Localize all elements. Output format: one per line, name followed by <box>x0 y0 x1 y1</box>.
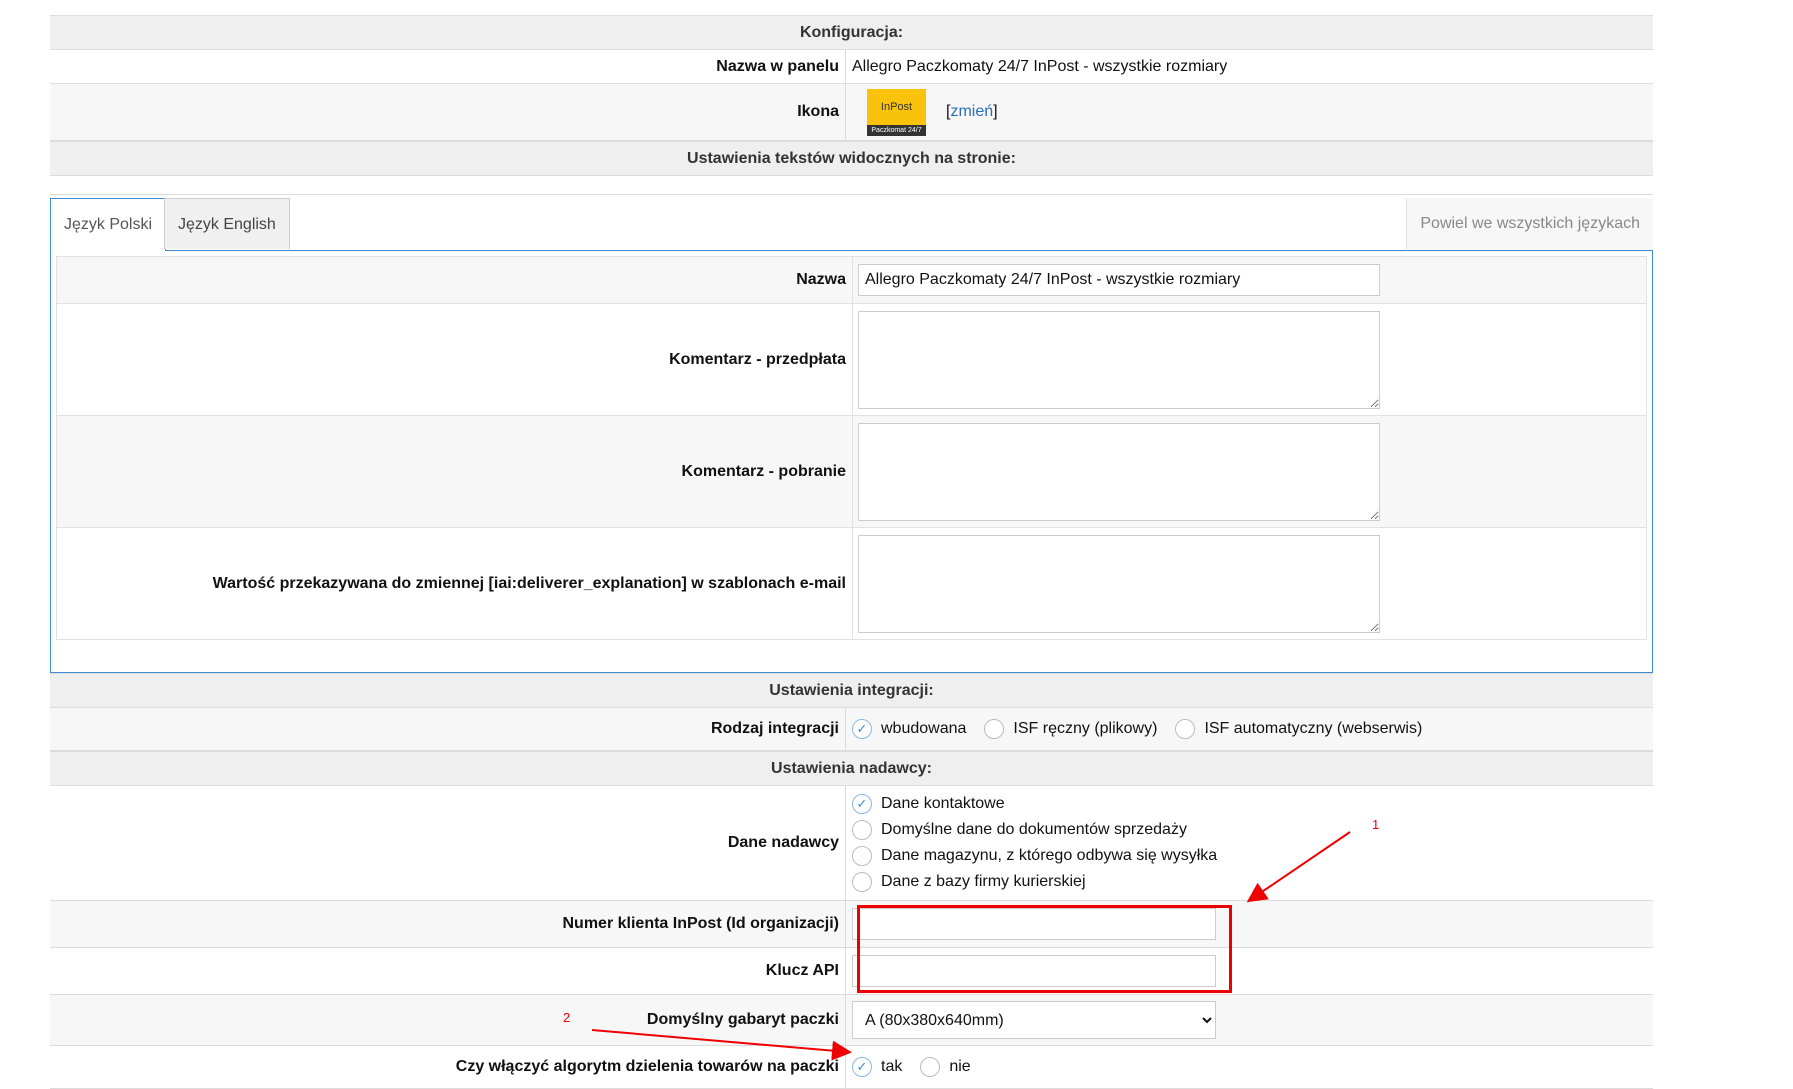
annotation-arrows <box>591 831 1351 1061</box>
annotation-arrow-two <box>591 1029 852 1061</box>
annotation-arrow-one <box>1246 831 1351 903</box>
